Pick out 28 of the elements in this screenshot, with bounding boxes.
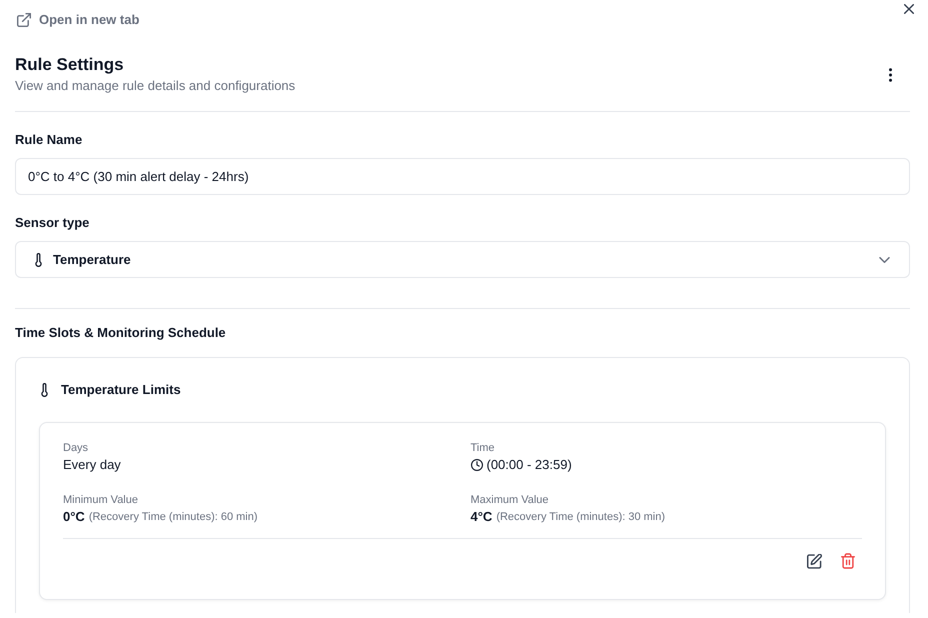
page-subtitle: View and manage rule details and configurations [15,77,296,95]
recovery-note: (Recovery Time (minutes): 30 min) [496,510,666,525]
field-label: Rule Name [15,131,84,149]
select-field[interactable]: Temperature [15,241,910,278]
limit-value: 0°C [63,508,85,526]
section-title: Time Slots & Monitoring Schedule [15,324,227,342]
time-range: (00:00 - 23:59) [486,456,572,474]
detail-label: Days [63,441,90,456]
field-label: Sensor type [15,214,90,232]
edit-icon [806,554,822,568]
chevron-down-icon [879,256,890,262]
text-input[interactable]: 0°C to 4°C (30 min alert delay - 24hrs) [15,158,910,195]
vertical-dots-icon [888,68,892,82]
clock-icon [470,459,482,471]
detail-value: Every day [63,456,121,474]
thermometer-icon [35,252,42,266]
recovery-note: (Recovery Time (minutes): 60 min) [88,510,258,525]
trash-icon [841,553,855,569]
open-in-new-tab-link[interactable]: Open in new tab [17,12,140,28]
thermometer-icon [41,383,48,397]
card-title: Temperature Limits [61,381,181,399]
close-icon [904,4,914,14]
limit-value: 4°C [470,508,492,526]
external-link-icon [17,13,31,27]
detail-label: Maximum Value [470,493,550,508]
detail-label: Time [470,441,496,456]
page-title: Rule Settings [15,54,125,76]
detail-label: Minimum Value [63,493,139,508]
